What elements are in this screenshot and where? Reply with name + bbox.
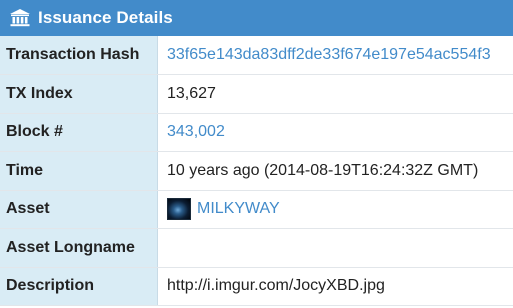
bank-icon <box>9 8 31 28</box>
row-tx-index: TX Index 13,627 <box>0 75 513 114</box>
label-tx-index: TX Index <box>0 75 158 113</box>
label-time: Time <box>0 152 158 190</box>
panel-header: Issuance Details <box>0 0 513 36</box>
value-transaction-hash: 33f65e143da83dff2de33f674e197e54ac554f3 <box>158 36 513 74</box>
row-asset-longname: Asset Longname <box>0 229 513 268</box>
row-block: Block # 343,002 <box>0 113 513 152</box>
asset-thumbnail[interactable] <box>167 198 191 221</box>
value-asset-longname <box>158 229 513 267</box>
panel-title: Issuance Details <box>38 8 173 27</box>
row-description: Description http://i.imgur.com/JocyXBD.j… <box>0 267 513 306</box>
value-time: 10 years ago (2014-08-19T16:24:32Z GMT) <box>167 161 479 179</box>
transaction-hash-link[interactable]: 33f65e143da83dff2de33f674e197e54ac554f3 <box>167 46 491 64</box>
label-description: Description <box>0 267 158 305</box>
block-link[interactable]: 343,002 <box>167 123 225 141</box>
details-table: Transaction Hash 33f65e143da83dff2de33f6… <box>0 36 513 306</box>
value-tx-index: 13,627 <box>167 84 216 102</box>
label-asset: Asset <box>0 190 158 228</box>
label-transaction-hash: Transaction Hash <box>0 36 158 74</box>
value-asset: MILKYWAY <box>158 191 513 229</box>
row-transaction-hash: Transaction Hash 33f65e143da83dff2de33f6… <box>0 36 513 75</box>
asset-link[interactable]: MILKYWAY <box>197 200 280 218</box>
value-description: http://i.imgur.com/JocyXBD.jpg <box>167 277 385 295</box>
label-block: Block # <box>0 113 158 151</box>
row-asset: Asset MILKYWAY <box>0 190 513 229</box>
label-asset-longname: Asset Longname <box>0 229 158 267</box>
value-block: 343,002 <box>158 114 513 152</box>
row-time: Time 10 years ago (2014-08-19T16:24:32Z … <box>0 152 513 191</box>
issuance-details-panel: Issuance Details Transaction Hash 33f65e… <box>0 0 513 308</box>
